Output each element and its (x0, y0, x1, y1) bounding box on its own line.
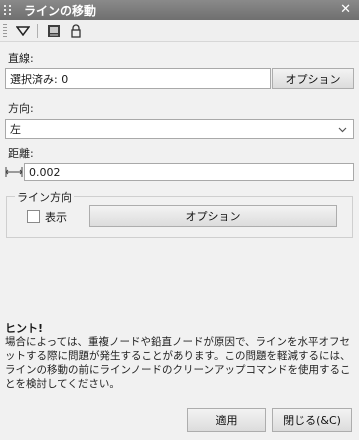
direction-selected-value: 左 (10, 123, 21, 136)
line-direction-group: ライン方向 表示 オプション (6, 189, 353, 238)
dropdown-triangle-icon[interactable] (13, 22, 33, 40)
hint-title: ヒント! (5, 322, 44, 335)
direction-label: 方向: (8, 102, 34, 115)
straight-options-button[interactable]: オプション (272, 68, 354, 89)
close-button[interactable]: 閉じる(&C) (272, 408, 352, 432)
window-title: ラインの移動 (24, 3, 97, 18)
display-checkbox-label: 表示 (45, 211, 67, 224)
hint-text: 場合によっては、重複ノードや鉛直ノードが原因で、ラインを水平オフセットする際に問… (5, 336, 351, 390)
apply-button[interactable]: 適用 (187, 408, 266, 432)
close-icon[interactable]: ✕ (340, 2, 351, 17)
line-direction-group-title: ライン方向 (15, 189, 74, 205)
selected-count-field[interactable]: 選択済み: 0 (5, 68, 271, 89)
distance-input[interactable]: 0.002 (24, 163, 354, 181)
straight-label: 直線: (8, 52, 34, 65)
toolbar-separator (37, 23, 38, 38)
chevron-down-icon (338, 124, 347, 137)
measure-icon (5, 164, 23, 180)
layers-icon[interactable] (44, 22, 64, 40)
display-checkbox[interactable] (27, 210, 40, 223)
lock-icon[interactable] (66, 22, 86, 40)
distance-label: 距離: (8, 147, 34, 160)
toolbar (0, 20, 359, 42)
line-direction-options-button[interactable]: オプション (89, 205, 337, 227)
toolbar-grip (3, 23, 7, 38)
direction-select[interactable]: 左 (5, 119, 354, 139)
grip-icon (4, 2, 18, 18)
title-bar: ラインの移動 ✕ (0, 0, 359, 20)
